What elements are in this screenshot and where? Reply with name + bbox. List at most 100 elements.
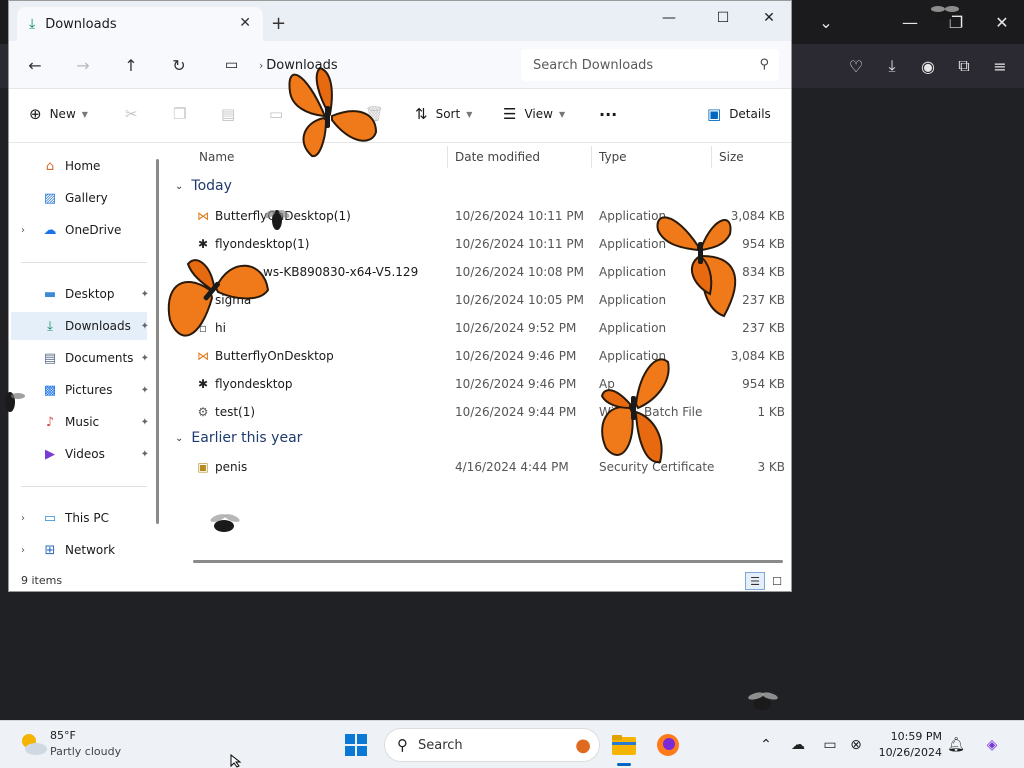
sidebar-item-videos[interactable]: ▶ Videos ✦ (9, 440, 159, 468)
table-row[interactable]: ✱ flyondesktop 10/26/2024 9:46 PM Ap 954… (175, 370, 789, 398)
weather-widget[interactable]: 85°F Partly cloudy (14, 721, 144, 768)
file-date: 10/26/2024 10:11 PM (455, 209, 584, 223)
maximize-icon[interactable]: ☐ (705, 7, 741, 29)
sidebar-scrollbar[interactable] (156, 159, 159, 524)
download-icon[interactable]: ⤓ (880, 54, 904, 78)
pin-icon[interactable]: ✦ (141, 353, 149, 364)
network-icon: ⊞ (44, 542, 56, 558)
forward-arrow-icon[interactable]: → (71, 53, 95, 77)
up-arrow-icon[interactable]: ↑ (119, 53, 143, 77)
file-date: 10/26/2024 10:11 PM (455, 237, 584, 251)
close-icon[interactable]: ✕ (990, 10, 1014, 34)
minimize-icon[interactable]: — (898, 10, 922, 34)
table-row[interactable]: ⚙ test(1) 10/26/2024 9:44 PM Win Batch F… (175, 398, 789, 426)
pin-icon[interactable]: ✦ (141, 417, 149, 428)
sidebar-item-gallery[interactable]: ▨ Gallery (9, 184, 159, 212)
cut-button[interactable]: ✂ (125, 105, 146, 123)
pin-icon[interactable]: ✦ (141, 449, 149, 460)
sidebar-item-onedrive[interactable]: › ☁ OneDrive (9, 216, 159, 244)
sidebar-item-downloads[interactable]: ⤓ Downloads ✦ (11, 312, 149, 340)
view-label: View (524, 107, 553, 121)
show-hidden-icons-chevron-icon[interactable]: ⌃ (756, 735, 776, 755)
details-button[interactable]: ▣ Details (707, 105, 771, 123)
sidebar-item-music[interactable]: ♪ Music ✦ (9, 408, 159, 436)
document-icon: ▤ (43, 350, 57, 366)
pocket-icon[interactable]: ♡ (844, 54, 868, 78)
column-header-name[interactable]: Name (199, 144, 234, 170)
pin-icon[interactable]: ✦ (141, 321, 149, 332)
more-options-button[interactable]: ... (599, 101, 617, 120)
onedrive-offline-icon[interactable]: ☁ (788, 735, 808, 755)
expand-chevron-icon[interactable]: › (21, 513, 25, 524)
pin-icon[interactable]: ✦ (141, 385, 149, 396)
pin-icon[interactable]: ✦ (141, 289, 149, 300)
paste-button[interactable]: ▤ (221, 105, 243, 123)
taskbar: 85°F Partly cloudy ⚲ Search ● ⌃ ☁ ▭ ⊗ 10… (0, 720, 1024, 768)
butterfly-overlay-1 (288, 66, 378, 158)
sidebar-item-label: Music (65, 415, 100, 429)
tab-downloads[interactable]: ⤓ Downloads ✕ (17, 7, 263, 41)
column-divider[interactable] (591, 146, 592, 168)
extensions-icon[interactable]: ⧉ (952, 54, 976, 78)
account-icon[interactable]: ◉ (916, 54, 940, 78)
file-date: 10/26/2024 9:52 PM (455, 321, 577, 335)
taskbar-search[interactable]: ⚲ Search ● (384, 728, 600, 762)
fly-overlay-2 (210, 514, 240, 532)
new-button[interactable]: ⊕ New ▼ (29, 105, 88, 123)
table-row[interactable]: ▣ penis 4/16/2024 4:44 PM Security Certi… (175, 453, 789, 481)
table-row[interactable]: ⋈ ButterflyOnDesktop 10/26/2024 9:46 PM … (175, 342, 789, 370)
column-header-type[interactable]: Type (599, 144, 627, 170)
download-icon: ⤓ (29, 16, 36, 32)
tab-close-icon[interactable]: ✕ (239, 15, 251, 31)
sidebar-item-documents[interactable]: ▤ Documents ✦ (9, 344, 159, 372)
tiles-view-icon[interactable]: ☐ (767, 572, 787, 590)
sidebar-item-label: Desktop (65, 287, 115, 301)
column-divider[interactable] (711, 146, 712, 168)
chevron-down-icon[interactable]: ⌄ (814, 10, 838, 34)
search-input[interactable]: Search Downloads (533, 58, 653, 73)
search-box[interactable]: Search Downloads ⚲ (521, 49, 779, 81)
column-header-date-modified[interactable]: Date modified (455, 144, 540, 170)
group-header-today[interactable]: ⌄ Today (175, 178, 232, 194)
back-arrow-icon[interactable]: ← (23, 53, 47, 77)
file-date: 10/26/2024 10:08 PM (455, 265, 584, 279)
sort-button[interactable]: ⇅ Sort ▼ (415, 105, 472, 123)
new-tab-icon[interactable]: + (271, 13, 286, 34)
expand-chevron-icon[interactable]: › (21, 225, 25, 236)
sidebar-item-pictures[interactable]: ▩ Pictures ✦ (9, 376, 159, 404)
sidebar-item-this-pc[interactable]: › ▭ This PC (9, 504, 159, 532)
clock-time[interactable]: 10:59 PM (882, 730, 942, 743)
more-label: ... (599, 101, 618, 120)
notification-bell-icon[interactable]: 🔔︎ (946, 735, 966, 755)
sidebar-item-home[interactable]: ⌂ Home (9, 152, 159, 180)
start-button[interactable] (340, 729, 372, 761)
fly-app-icon: ✱ (197, 377, 209, 391)
refresh-icon[interactable]: ↻ (167, 53, 191, 77)
sort-arrows-icon: ⇅ (415, 105, 428, 123)
firefox-taskbar-button[interactable] (652, 729, 684, 761)
minimize-icon[interactable]: — (651, 7, 687, 29)
copy-button[interactable]: ❐ (173, 105, 194, 123)
group-header-earlier-this-year[interactable]: ⌄ Earlier this year (175, 430, 302, 446)
fly-overlay-1 (264, 210, 290, 230)
horizontal-scrollbar[interactable] (193, 560, 783, 563)
sidebar-item-desktop[interactable]: ▬ Desktop ✦ (9, 280, 159, 308)
breadcrumb-chevron-icon: › (259, 58, 264, 72)
tab-title: Downloads (45, 16, 117, 32)
network-disconnected-icon[interactable]: ⊗ (846, 735, 866, 755)
file-name: flyondesktop (215, 377, 293, 391)
display-icon[interactable]: ▭ (820, 735, 840, 755)
menu-icon[interactable]: ≡ (988, 54, 1012, 78)
column-divider[interactable] (447, 146, 448, 168)
sidebar-item-network[interactable]: › ⊞ Network (9, 536, 159, 564)
copilot-icon[interactable]: ◈ (982, 735, 1002, 755)
expand-chevron-icon[interactable]: › (21, 545, 25, 556)
close-icon[interactable]: ✕ (751, 7, 787, 29)
file-date: 4/16/2024 4:44 PM (455, 460, 569, 474)
view-button[interactable]: ☰ View ▼ (503, 105, 565, 123)
column-header-size[interactable]: Size (719, 144, 744, 170)
clock-date[interactable]: 10/26/2024 (876, 746, 942, 759)
details-view-icon[interactable]: ☰ (745, 572, 765, 590)
butterfly-app-icon: ⋈ (197, 349, 209, 363)
file-explorer-taskbar-button[interactable] (608, 729, 640, 761)
